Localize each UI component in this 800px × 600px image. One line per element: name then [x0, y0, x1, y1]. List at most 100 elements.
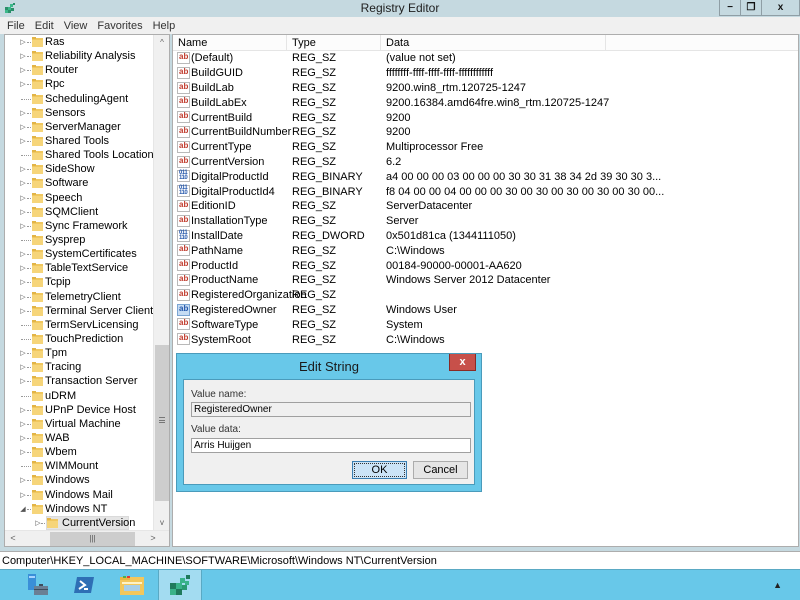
- horizontal-scroll-thumb[interactable]: |||: [50, 532, 135, 546]
- tree-item[interactable]: ▷ Router: [5, 63, 155, 77]
- value-row[interactable]: ab CurrentBuildNumber REG_SZ 9200: [173, 125, 798, 140]
- value-row[interactable]: ab BuildGUID REG_SZ ffffffff-ffff-ffff-ffff…: [173, 66, 798, 81]
- value-row[interactable]: 011 110 DigitalProductId4 REG_BINARY f8 04 0…: [173, 184, 798, 199]
- expand-arrow-icon[interactable]: ▷: [19, 406, 27, 414]
- tree-item[interactable]: WIMMount: [5, 459, 155, 473]
- dialog-close-button[interactable]: x: [449, 354, 476, 371]
- tree-item[interactable]: ▷ Terminal Server Client: [5, 304, 155, 318]
- value-row[interactable]: ab ProductId REG_SZ 00184-90000-00001-AA620: [173, 258, 798, 273]
- collapse-arrow-icon[interactable]: ◢: [19, 505, 27, 513]
- value-row[interactable]: ab CurrentBuild REG_SZ 9200: [173, 110, 798, 125]
- taskbar-server-manager[interactable]: [16, 570, 60, 600]
- tree-item[interactable]: ▷ Ras: [5, 35, 155, 49]
- tree-item[interactable]: ▷ Rpc: [5, 77, 155, 91]
- expand-arrow-icon[interactable]: ▷: [19, 264, 27, 272]
- value-row[interactable]: ab SoftwareType REG_SZ System: [173, 317, 798, 332]
- expand-arrow-icon[interactable]: ▷: [19, 420, 27, 428]
- tree-item[interactable]: ▷ Speech: [5, 191, 155, 205]
- value-row[interactable]: 011 110 DigitalProductId REG_BINARY a4 00 00…: [173, 169, 798, 184]
- cancel-button[interactable]: Cancel: [413, 461, 468, 479]
- tree-item[interactable]: ▷ Windows: [5, 473, 155, 487]
- taskbar-registry-editor[interactable]: [158, 570, 202, 600]
- tree-item[interactable]: ▷ Transaction Server: [5, 374, 155, 388]
- expand-arrow-icon[interactable]: ▷: [19, 293, 27, 301]
- menu-edit[interactable]: Edit: [30, 20, 59, 32]
- tree-item[interactable]: ▷ Software: [5, 176, 155, 190]
- expand-arrow-icon[interactable]: ▷: [19, 349, 27, 357]
- expand-arrow-icon[interactable]: ▷: [19, 250, 27, 258]
- expand-arrow-icon[interactable]: ▷: [19, 80, 27, 88]
- menu-view[interactable]: View: [59, 20, 93, 32]
- expand-arrow-icon[interactable]: ▷: [19, 208, 27, 216]
- tree-item[interactable]: ▷ Sync Framework: [5, 219, 155, 233]
- tree-item[interactable]: ▷ CurrentVersion: [5, 515, 155, 530]
- tree-item[interactable]: TouchPrediction: [5, 332, 155, 346]
- tree-item[interactable]: ▷ Windows Mail: [5, 488, 155, 502]
- value-row[interactable]: ab RegisteredOrganization REG_SZ: [173, 288, 798, 303]
- scroll-right-icon[interactable]: >: [145, 531, 161, 546]
- tree-item[interactable]: Shared Tools Location: [5, 148, 155, 162]
- expand-arrow-icon[interactable]: ▷: [19, 222, 27, 230]
- tree-item[interactable]: ▷ SideShow: [5, 162, 155, 176]
- expand-arrow-icon[interactable]: ▷: [19, 137, 27, 145]
- tree-item[interactable]: ▷ Tracing: [5, 360, 155, 374]
- tree-item[interactable]: Sysprep: [5, 233, 155, 247]
- expand-arrow-icon[interactable]: ▷: [19, 123, 27, 131]
- value-row[interactable]: ab EditionID REG_SZ ServerDatacenter: [173, 199, 798, 214]
- tree-item[interactable]: ▷ Sensors: [5, 106, 155, 120]
- scroll-down-icon[interactable]: v: [154, 515, 169, 531]
- registry-tree[interactable]: ▷ Ras ▷ Reliability Analysis ▷ Router ▷ Rpc Sche…: [4, 34, 170, 547]
- value-data-input[interactable]: Arris Huijgen: [191, 438, 471, 453]
- column-type[interactable]: Type: [287, 35, 381, 51]
- scroll-thumb[interactable]: [155, 345, 169, 501]
- ok-button[interactable]: OK: [352, 461, 407, 479]
- expand-arrow-icon[interactable]: ▷: [19, 165, 27, 173]
- value-row[interactable]: 011 110 InstallDate REG_DWORD 0x501d81ca (13…: [173, 229, 798, 244]
- tree-item[interactable]: ▷ Shared Tools: [5, 134, 155, 148]
- expand-arrow-icon[interactable]: ▷: [19, 363, 27, 371]
- tree-vertical-scrollbar[interactable]: ^ v: [153, 35, 169, 531]
- expand-arrow-icon[interactable]: ▷: [19, 491, 27, 499]
- tree-item[interactable]: ◢ Windows NT: [5, 502, 155, 516]
- value-row[interactable]: ab RegisteredOwner REG_SZ Windows User: [173, 303, 798, 318]
- value-row[interactable]: ab (Default) REG_SZ (value not set): [173, 51, 798, 66]
- menu-file[interactable]: File: [2, 20, 30, 32]
- restore-button[interactable]: ❐: [741, 0, 762, 16]
- scroll-left-icon[interactable]: <: [5, 531, 21, 546]
- value-row[interactable]: ab PathName REG_SZ C:\Windows: [173, 243, 798, 258]
- tree-item[interactable]: ▷ Tcpip: [5, 275, 155, 289]
- expand-arrow-icon[interactable]: ▷: [19, 194, 27, 202]
- tree-item[interactable]: ▷ TelemetryClient: [5, 290, 155, 304]
- tree-item[interactable]: ▷ WAB: [5, 431, 155, 445]
- value-row[interactable]: ab CurrentVersion REG_SZ 6.2: [173, 155, 798, 170]
- tree-item[interactable]: ▷ TableTextService: [5, 261, 155, 275]
- expand-arrow-icon[interactable]: ▷: [19, 278, 27, 286]
- tree-item[interactable]: TermServLicensing: [5, 318, 155, 332]
- value-row[interactable]: ab InstallationType REG_SZ Server: [173, 214, 798, 229]
- close-button[interactable]: x: [762, 0, 800, 16]
- expand-arrow-icon[interactable]: ▷: [19, 66, 27, 74]
- tree-item[interactable]: SchedulingAgent: [5, 92, 155, 106]
- tree-item[interactable]: ▷ Virtual Machine: [5, 417, 155, 431]
- expand-arrow-icon[interactable]: ▷: [19, 38, 27, 46]
- value-row[interactable]: ab SystemRoot REG_SZ C:\Windows: [173, 332, 798, 347]
- menu-favorites[interactable]: Favorites: [92, 20, 147, 32]
- value-row[interactable]: ab ProductName REG_SZ Windows Server 2012 D…: [173, 273, 798, 288]
- minimize-button[interactable]: −: [719, 0, 741, 16]
- column-data[interactable]: Data: [381, 35, 606, 51]
- tree-item[interactable]: ▷ SQMClient: [5, 205, 155, 219]
- expand-arrow-icon[interactable]: ▷: [19, 307, 27, 315]
- expand-arrow-icon[interactable]: ▷: [19, 448, 27, 456]
- tree-item[interactable]: ▷ Wbem: [5, 445, 155, 459]
- tree-item[interactable]: ▷ Tpm: [5, 346, 155, 360]
- tree-item[interactable]: ▷ ServerManager: [5, 120, 155, 134]
- value-row[interactable]: ab BuildLabEx REG_SZ 9200.16384.amd64fre.wi…: [173, 95, 798, 110]
- expand-arrow-icon[interactable]: ▷: [19, 434, 27, 442]
- value-row[interactable]: ab BuildLab REG_SZ 9200.win8_rtm.120725-124…: [173, 81, 798, 96]
- taskbar-file-explorer[interactable]: [110, 570, 154, 600]
- expand-arrow-icon[interactable]: ▷: [19, 109, 27, 117]
- tree-item[interactable]: ▷ SystemCertificates: [5, 247, 155, 261]
- show-hidden-icons-button[interactable]: ▲: [773, 580, 782, 590]
- menu-help[interactable]: Help: [148, 20, 181, 32]
- expand-arrow-icon[interactable]: ▷: [19, 377, 27, 385]
